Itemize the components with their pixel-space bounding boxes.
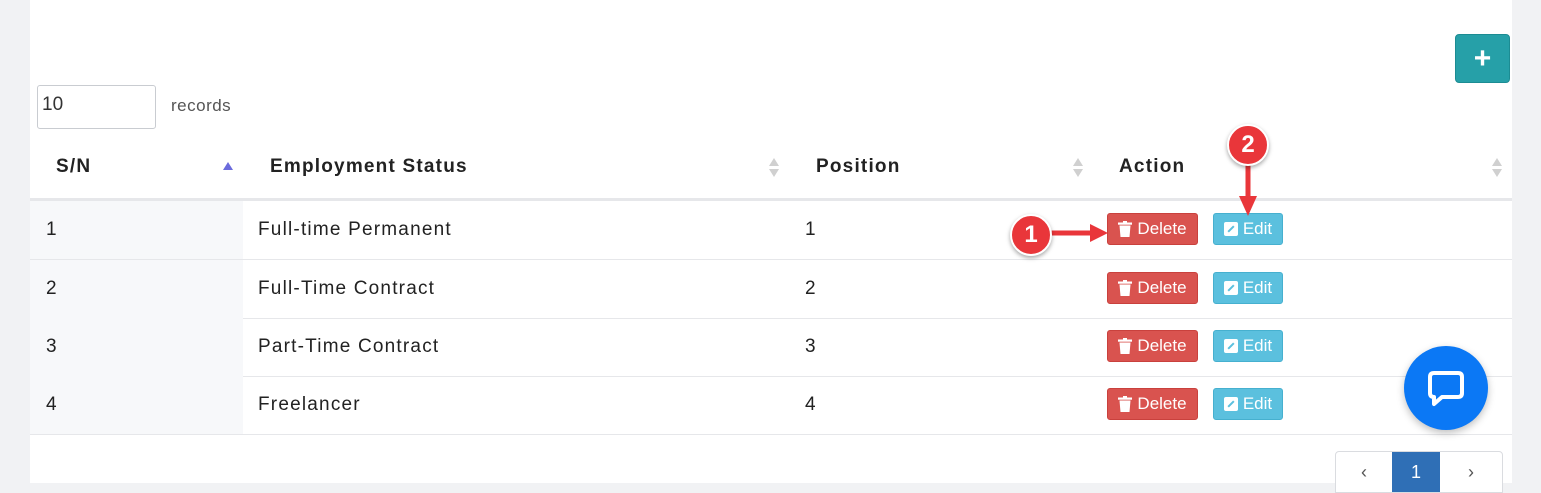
edit-label: Edit	[1242, 219, 1273, 238]
sort-down-icon	[1492, 168, 1502, 177]
sn-cell-bg	[30, 318, 243, 376]
edit-label: Edit	[1242, 336, 1273, 355]
table-row: 3 Part-Time Contract 3 Delete Edit	[30, 318, 1512, 377]
trash-icon	[1118, 396, 1133, 412]
delete-button[interactable]: Delete	[1107, 330, 1198, 362]
cell-sn: 1	[46, 219, 58, 240]
edit-icon	[1223, 281, 1238, 295]
edit-label: Edit	[1242, 394, 1273, 413]
annotation-badge-2: 2	[1227, 124, 1269, 166]
content-panel: + 10 records S/N Employment Status Posit…	[30, 0, 1512, 493]
sort-down-icon	[1073, 168, 1083, 177]
sn-cell-bg	[30, 260, 243, 318]
sort-asc-icon	[223, 161, 233, 170]
edit-label: Edit	[1242, 278, 1273, 297]
cell-position: 2	[805, 278, 817, 299]
cell-sn: 3	[46, 336, 58, 357]
annotation-badge-1: 1	[1010, 214, 1052, 256]
cell-status: Full-time Permanent	[258, 219, 452, 240]
sort-icon-action[interactable]	[1490, 136, 1504, 198]
sort-up-icon	[1073, 157, 1083, 166]
header-action[interactable]: Action	[1119, 136, 1185, 198]
delete-label: Delete	[1137, 278, 1187, 297]
pagination: ‹ 1 ›	[1335, 451, 1503, 493]
delete-button[interactable]: Delete	[1107, 388, 1198, 420]
records-label: records	[171, 96, 232, 115]
cell-position: 4	[805, 394, 817, 415]
sort-down-icon	[769, 168, 779, 177]
cell-sn: 4	[46, 394, 58, 415]
sn-cell-bg	[30, 376, 243, 434]
cell-position: 3	[805, 336, 817, 357]
delete-button[interactable]: Delete	[1107, 213, 1198, 245]
trash-icon	[1118, 338, 1133, 354]
delete-button[interactable]: Delete	[1107, 272, 1198, 304]
header-position[interactable]: Position	[816, 136, 901, 198]
sort-up-icon	[1492, 157, 1502, 166]
chat-button[interactable]	[1404, 346, 1488, 430]
cell-status: Freelancer	[258, 394, 361, 415]
records-per-page-input[interactable]: 10	[37, 85, 156, 129]
delete-label: Delete	[1137, 394, 1187, 413]
cell-status: Part-Time Contract	[258, 336, 440, 357]
edit-icon	[1223, 397, 1238, 411]
cell-position: 1	[805, 219, 817, 240]
table-row: 1 Full-time Permanent 1 Delete Edit	[30, 201, 1512, 260]
edit-button[interactable]: Edit	[1213, 330, 1283, 362]
table-row: 2 Full-Time Contract 2 Delete Edit	[30, 260, 1512, 319]
trash-icon	[1118, 221, 1133, 237]
chat-bubble-icon	[1428, 371, 1464, 406]
annotation-arrow-down-icon	[1239, 160, 1257, 216]
cell-sn: 2	[46, 278, 58, 299]
edit-icon	[1223, 222, 1238, 236]
edit-button[interactable]: Edit	[1213, 388, 1283, 420]
edit-button[interactable]: Edit	[1213, 272, 1283, 304]
table-header: S/N Employment Status Position Action	[30, 136, 1512, 202]
header-employment-status[interactable]: Employment Status	[270, 136, 468, 198]
records-value: 10	[42, 94, 64, 115]
prev-page-button[interactable]: ‹	[1336, 452, 1392, 492]
delete-label: Delete	[1137, 336, 1187, 355]
add-button[interactable]: +	[1455, 34, 1510, 83]
sn-cell-bg	[30, 201, 243, 259]
sort-up-icon	[769, 157, 779, 166]
delete-label: Delete	[1137, 219, 1187, 238]
trash-icon	[1118, 280, 1133, 296]
table-row: 4 Freelancer 4 Delete Edit	[30, 376, 1512, 435]
plus-icon: +	[1473, 41, 1492, 75]
sort-icon-sn[interactable]	[221, 136, 235, 198]
next-page-button[interactable]: ›	[1440, 452, 1502, 492]
cell-status: Full-Time Contract	[258, 278, 436, 299]
page-1-button[interactable]: 1	[1392, 452, 1440, 492]
sort-icon-position[interactable]	[1071, 136, 1085, 198]
sort-icon-status[interactable]	[767, 136, 781, 198]
header-sn[interactable]: S/N	[56, 136, 91, 198]
edit-icon	[1223, 339, 1238, 353]
